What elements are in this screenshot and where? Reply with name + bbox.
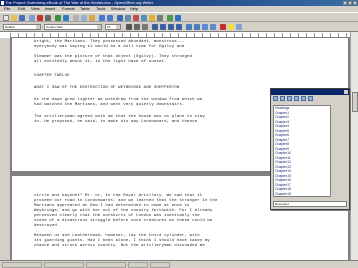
font-size-select[interactable]: 10	[105, 24, 121, 30]
text-line: had watched the Martians, and went very …	[34, 103, 185, 107]
navigator-icon[interactable]	[149, 15, 155, 21]
navigator-list[interactable]: Headings Chapter1 Chapter2 Chapter3 Chap…	[273, 105, 331, 197]
font-name-value: Courier New	[46, 25, 63, 29]
cut-icon[interactable]	[73, 15, 79, 21]
navigator-toolbar	[273, 96, 347, 103]
autospell-icon[interactable]	[63, 15, 69, 21]
table-icon[interactable]	[125, 15, 131, 21]
standard-toolbar	[0, 12, 358, 22]
text-line: scene of a disastrous struggle before su…	[34, 219, 213, 223]
minimize-icon[interactable]	[343, 1, 347, 5]
print-icon[interactable]	[45, 15, 51, 21]
next-icon[interactable]	[294, 96, 299, 101]
decrease-indent-icon[interactable]	[202, 24, 208, 30]
numbering-icon[interactable]	[186, 24, 192, 30]
increase-indent-icon[interactable]	[210, 24, 216, 30]
align-left-icon[interactable]	[152, 24, 158, 30]
scrollbar-thumb[interactable]	[352, 92, 358, 112]
spellcheck-icon[interactable]	[55, 15, 61, 21]
font-color-icon[interactable]	[220, 24, 226, 30]
text-line: destroyed.	[34, 224, 60, 228]
formatting-toolbar: Default Courier New 10	[0, 22, 358, 32]
paste-icon[interactable]	[89, 15, 95, 21]
highlighting-icon[interactable]	[228, 24, 234, 30]
font-name-select[interactable]: Courier New	[44, 24, 102, 30]
window-controls	[343, 1, 357, 5]
page-status	[2, 262, 42, 268]
export-pdf-icon[interactable]	[37, 15, 43, 21]
insert-mode-status[interactable]	[128, 262, 148, 268]
open-folder-icon[interactable]	[11, 15, 17, 21]
status-bar	[0, 260, 358, 268]
copy-icon[interactable]	[81, 15, 87, 21]
zoom-status[interactable]	[86, 262, 126, 268]
chevron-down-icon[interactable]	[97, 25, 101, 29]
content-view-icon[interactable]	[308, 96, 313, 101]
navigator-panel: Headings Chapter1 Chapter2 Chapter3 Chap…	[270, 88, 350, 210]
close-icon[interactable]	[344, 90, 348, 94]
maximize-icon[interactable]	[348, 1, 352, 5]
navigator-document-select[interactable]: Document	[273, 201, 347, 207]
align-center-icon[interactable]	[160, 24, 166, 30]
chapter-title: WHAT I SAW OF THE DESTRUCTION OF WEYBRID…	[34, 86, 180, 90]
text-line: all excitedly about it, in the light haz…	[34, 60, 167, 64]
zoom-icon[interactable]	[167, 15, 173, 21]
italic-icon[interactable]	[134, 24, 140, 30]
show-draw-icon[interactable]	[133, 15, 139, 21]
style-status	[44, 262, 84, 268]
redo-icon[interactable]	[107, 15, 113, 21]
underline-icon[interactable]	[142, 24, 148, 30]
list-item[interactable]: Chapter19	[274, 192, 330, 197]
text-line: chance and struck across country. But th…	[34, 244, 205, 248]
text-line: everybody was saying it would be a dull …	[34, 45, 185, 49]
app-icon	[1, 1, 4, 5]
help-icon[interactable]	[175, 15, 181, 21]
chevron-down-icon[interactable]	[116, 25, 120, 29]
bullets-icon[interactable]	[194, 24, 200, 30]
selection-mode-status[interactable]	[150, 262, 170, 268]
drag-mode-icon[interactable]	[301, 96, 306, 101]
navigator-titlebar[interactable]	[271, 89, 349, 95]
save-icon[interactable]	[19, 15, 25, 21]
new-document-icon[interactable]	[3, 15, 9, 21]
vertical-ruler[interactable]	[0, 38, 10, 260]
text-line: in. He proposed, he said, to make his wa…	[34, 120, 198, 124]
paragraph-style-select[interactable]: Default	[3, 24, 41, 30]
vertical-scrollbar[interactable]	[350, 32, 358, 260]
navigation-icon[interactable]	[280, 96, 285, 101]
align-right-icon[interactable]	[168, 24, 174, 30]
paragraph-style-value: Default	[5, 25, 15, 29]
chapter-heading: CHAPTER TWELVE	[34, 74, 70, 78]
close-icon[interactable]	[353, 1, 357, 5]
hyperlink-icon[interactable]	[117, 15, 123, 21]
edit-file-icon[interactable]	[29, 15, 35, 21]
toggle-icon[interactable]	[273, 96, 278, 101]
bold-icon[interactable]	[126, 24, 132, 30]
nonprinting-chars-icon[interactable]	[157, 15, 163, 21]
previous-icon[interactable]	[287, 96, 292, 101]
find-icon[interactable]	[141, 15, 147, 21]
chevron-down-icon[interactable]	[36, 25, 40, 29]
background-color-icon[interactable]	[236, 24, 242, 30]
justify-icon[interactable]	[176, 24, 182, 30]
undo-icon[interactable]	[99, 15, 105, 21]
